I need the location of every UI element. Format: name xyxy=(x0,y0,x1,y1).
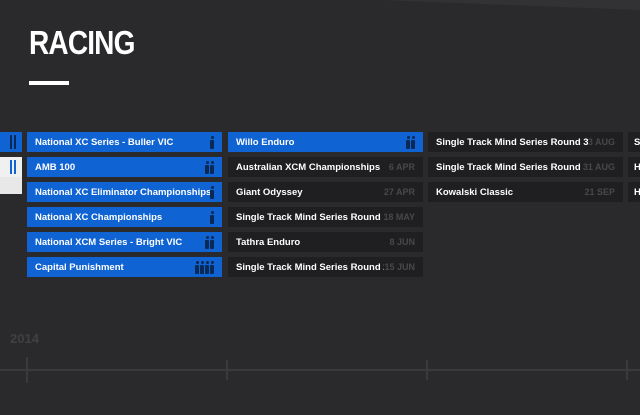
event-date: 27 APR xyxy=(383,187,415,197)
event-name: AMB 100 xyxy=(35,161,76,173)
event-card[interactable]: National XC Eliminator Championships xyxy=(27,182,222,202)
event-card[interactable]: H xyxy=(628,182,640,202)
person-icon xyxy=(210,260,214,274)
person-icon xyxy=(205,160,209,174)
event-card[interactable]: AMB 100 xyxy=(27,157,222,177)
timeline-tick xyxy=(626,360,628,380)
event-card[interactable]: Willo Enduro xyxy=(228,132,423,152)
event-date: 15 JUN xyxy=(384,262,415,272)
event-date: 3 AUG xyxy=(587,137,615,147)
event-name: Kowalski Classic xyxy=(436,186,514,198)
riders-icon xyxy=(406,135,415,149)
timeline-year: 2014 xyxy=(10,331,39,346)
person-icon xyxy=(205,235,209,249)
page-title: RACING xyxy=(29,24,135,61)
event-card[interactable]: Australian XCM Championships 6 APR xyxy=(228,157,423,177)
event-name: Single Track Mind Series Round 1 xyxy=(236,211,384,223)
event-date: 18 MAY xyxy=(383,212,415,222)
person-icon xyxy=(200,260,204,274)
event-card[interactable]: National XC Series - Buller VIC xyxy=(27,132,222,152)
timeline-tick xyxy=(226,360,228,380)
riders-icon xyxy=(195,260,214,274)
event-card[interactable]: Giant Odyssey 27 APR xyxy=(228,182,423,202)
event-card[interactable]: Capital Punishment xyxy=(27,257,222,277)
event-card[interactable]: National XC Championships xyxy=(27,207,222,227)
background-sheen xyxy=(380,0,640,10)
event-date: 21 SEP xyxy=(584,187,615,197)
event-name: H xyxy=(634,186,640,198)
event-name: National XC Eliminator Championships xyxy=(35,186,210,198)
event-name: Capital Punishment xyxy=(35,261,124,273)
previous-column-card[interactable] xyxy=(0,177,22,194)
event-card[interactable]: Single Track Mind Series Round 1 18 MAY xyxy=(228,207,423,227)
timeline-tick xyxy=(426,360,428,380)
person-icon xyxy=(210,160,214,174)
timeline-axis[interactable] xyxy=(0,369,640,371)
event-card[interactable]: Single Track Mind Series Round 4 31 AUG xyxy=(428,157,623,177)
riders-icon xyxy=(205,235,214,249)
person-icon xyxy=(210,235,214,249)
event-card[interactable]: Single Track Mind Series Round 2 15 JUN xyxy=(228,257,423,277)
event-card[interactable]: Single Track Mind Series Round 33 AUG xyxy=(428,132,623,152)
person-icon xyxy=(210,135,214,149)
person-icon xyxy=(411,135,415,149)
pause-icon xyxy=(10,160,16,174)
person-icon xyxy=(406,135,410,149)
event-date: 6 APR xyxy=(388,162,415,172)
event-card[interactable]: Kowalski Classic 21 SEP xyxy=(428,182,623,202)
previous-column-card[interactable] xyxy=(0,157,22,177)
event-name: Single Track Mind Series Round 4 xyxy=(436,161,583,173)
person-icon xyxy=(210,185,214,199)
person-icon xyxy=(195,260,199,274)
event-name: Single Track Mind Series Round 2 xyxy=(236,261,385,273)
event-card[interactable]: S xyxy=(628,132,640,152)
title-underline xyxy=(29,81,69,85)
riders-icon xyxy=(210,185,214,199)
pause-icon xyxy=(10,135,16,149)
previous-column-card[interactable] xyxy=(0,132,22,152)
event-card[interactable]: National XCM Series - Bright VIC xyxy=(27,232,222,252)
riders-icon xyxy=(205,160,214,174)
person-icon xyxy=(205,260,209,274)
event-card[interactable]: H xyxy=(628,157,640,177)
event-date: 31 AUG xyxy=(582,162,615,172)
event-name: S xyxy=(634,136,640,148)
riders-icon xyxy=(210,210,214,224)
event-date: 8 JUN xyxy=(389,237,415,247)
event-name: Single Track Mind Series Round 3 xyxy=(436,136,588,148)
event-name: Tathra Enduro xyxy=(236,236,301,248)
person-icon xyxy=(210,210,214,224)
event-name: Australian XCM Championships xyxy=(236,161,381,173)
timeline-tick xyxy=(26,357,28,383)
event-name: Giant Odyssey xyxy=(236,186,303,198)
event-card[interactable]: Tathra Enduro 8 JUN xyxy=(228,232,423,252)
event-name: Willo Enduro xyxy=(236,136,295,148)
event-name: National XC Championships xyxy=(35,211,163,223)
event-name: H xyxy=(634,161,640,173)
riders-icon xyxy=(210,135,214,149)
event-name: National XCM Series - Bright VIC xyxy=(35,236,183,248)
event-name: National XC Series - Buller VIC xyxy=(35,136,174,148)
